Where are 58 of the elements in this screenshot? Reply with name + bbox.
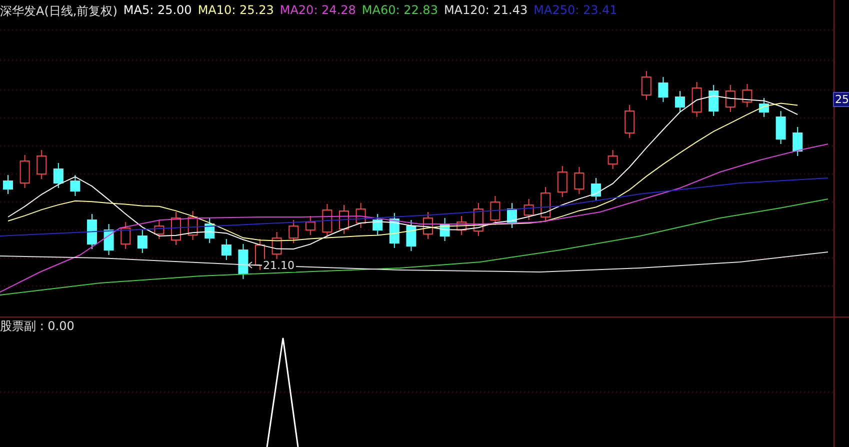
- candlestick: [692, 82, 702, 118]
- candlestick: [70, 174, 80, 196]
- candlestick: [238, 244, 248, 280]
- moving-average-label: MA5: 25.00: [123, 3, 192, 19]
- candlestick: [641, 70, 652, 100]
- candlestick: [608, 150, 618, 170]
- candlestick: [389, 212, 400, 248]
- candlestick: [53, 162, 64, 188]
- candlestick: [288, 220, 299, 244]
- candlestick: [204, 218, 215, 244]
- indicator-label: 股票副 : 0.00: [0, 318, 74, 335]
- moving-average-label: MA120: 21.43: [444, 3, 528, 19]
- candlestick: [20, 154, 30, 188]
- candlestick: [87, 214, 97, 250]
- price-axis-label: 25: [833, 92, 849, 107]
- candlestick: [104, 224, 114, 256]
- candlestick: [507, 202, 517, 228]
- candlestick: [456, 216, 467, 236]
- candlestick: [440, 218, 450, 242]
- candlestick: [524, 198, 534, 220]
- moving-average-label: MA250: 23.41: [534, 3, 618, 19]
- candlestick: [792, 126, 803, 156]
- candlestick: [120, 222, 131, 250]
- candlestick: [540, 186, 551, 222]
- candlestick: [423, 212, 433, 240]
- candlestick: [221, 238, 232, 260]
- candlestick: [188, 210, 198, 240]
- candlestick: [406, 220, 416, 252]
- candlestick: [557, 166, 568, 198]
- candlestick: [473, 202, 484, 236]
- chart-title: 深华发A(日线,前复权): [0, 3, 118, 20]
- candlestick: [725, 84, 736, 112]
- candlestick: [776, 110, 786, 144]
- arrow-icon: [247, 261, 261, 269]
- candlestick: [272, 232, 282, 260]
- candlestick: [742, 84, 752, 108]
- candlestick: [339, 204, 349, 234]
- low-price-label: 21.10: [262, 259, 296, 272]
- candlestick: [658, 76, 668, 102]
- candlestick: [154, 220, 164, 240]
- candlestick: [490, 196, 500, 226]
- candlestick: [322, 204, 332, 238]
- moving-average-label: MA60: 22.83: [362, 3, 438, 19]
- moving-average-label: MA20: 24.28: [280, 3, 356, 19]
- candlestick: [675, 90, 685, 112]
- candlestick: [356, 202, 366, 228]
- candlestick: [708, 84, 719, 116]
- candlestick: [591, 178, 601, 202]
- candlestick: [305, 216, 316, 236]
- candlestick: [372, 214, 383, 236]
- candlestick: [137, 230, 148, 254]
- moving-average-label: MA10: 25.23: [198, 3, 274, 19]
- candlestick: [624, 104, 635, 138]
- candlestick: [574, 166, 584, 194]
- candlestick: [759, 98, 769, 118]
- candlestick: [36, 150, 47, 180]
- candlestick: [3, 174, 13, 194]
- candlestick: [171, 212, 181, 246]
